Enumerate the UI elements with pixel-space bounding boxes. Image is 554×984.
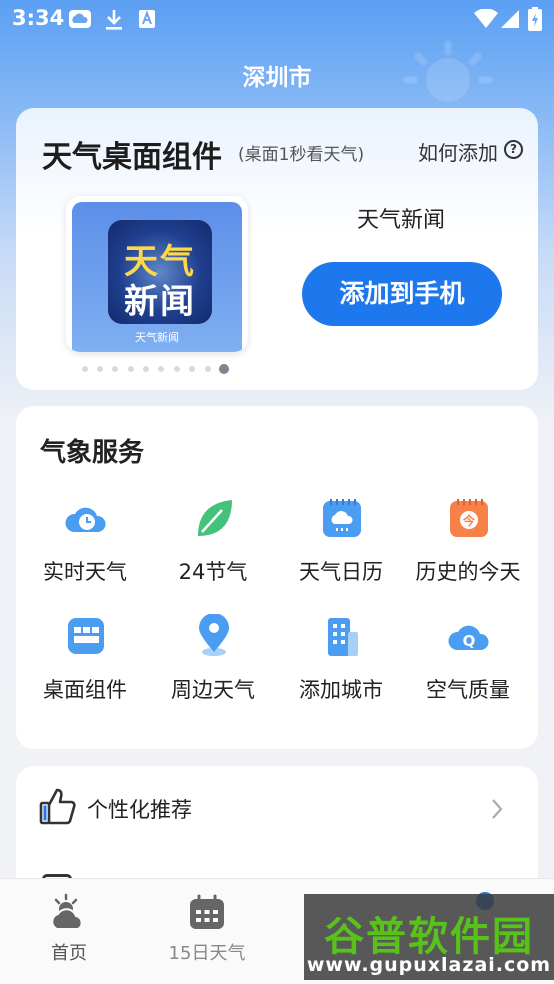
pager-dot — [97, 366, 103, 372]
personalized-recommendation-row[interactable]: 个性化推荐 — [16, 766, 538, 850]
gallery-notification-icon — [69, 10, 91, 28]
service-realtime-weather[interactable]: 实时天气 — [20, 496, 150, 606]
recommendation-label: 个性化推荐 — [87, 798, 192, 822]
download-notification-icon — [106, 10, 122, 30]
pager-dot — [82, 366, 88, 372]
watermark-url: www.gupuxlazai.com — [306, 954, 552, 976]
service-desktop-widget[interactable]: 桌面组件 — [20, 614, 150, 724]
pager-dot — [112, 366, 118, 372]
service-today-in-history[interactable]: 今 历史的今天 — [403, 496, 533, 606]
location-pin-icon — [199, 614, 229, 656]
service-label: 桌面组件 — [43, 678, 127, 702]
battery-icon — [528, 7, 542, 31]
service-label: 24节气 — [178, 560, 248, 584]
widget-card: 天气桌面组件 (桌面1秒看天气) 如何添加 ? 天气 新闻 天气新闻 天气新闻 … — [16, 108, 538, 390]
service-label: 历史的今天 — [415, 560, 521, 584]
pager-dot — [189, 366, 195, 372]
service-label: 周边天气 — [171, 678, 255, 702]
service-label: 实时天气 — [43, 560, 127, 584]
status-bar: 3:34 — [0, 0, 554, 38]
cloud-clock-icon — [65, 507, 106, 532]
service-weather-calendar[interactable]: 天气日历 — [276, 496, 406, 606]
service-nearby-weather[interactable]: 周边天气 — [148, 614, 278, 724]
recommendation-card: 个性化推荐 — [16, 766, 538, 896]
widget-card-subtitle: (桌面1秒看天气) — [238, 145, 365, 165]
watermark-logo: 谷普软件园 www.gupuxlazai.com — [304, 894, 554, 980]
service-solar-terms[interactable]: 24节气 — [148, 496, 278, 606]
cloud-q-icon: Q — [448, 625, 489, 650]
thumbs-up-icon — [39, 788, 76, 825]
today-glyph: 今 — [462, 513, 476, 528]
calendar-rain-icon — [323, 499, 361, 537]
calendar-icon — [190, 894, 224, 929]
city-title[interactable]: 深圳市 — [0, 58, 554, 92]
chevron-right-icon — [492, 799, 503, 819]
carousel-pager — [82, 363, 242, 375]
preview-caption: 天气新闻 — [135, 331, 179, 344]
help-icon[interactable]: ? — [504, 140, 523, 159]
service-add-city[interactable]: 添加城市 — [276, 614, 406, 724]
building-icon — [328, 618, 358, 656]
pager-dot — [158, 366, 164, 372]
weather-services-card: 气象服务 实时天气 24节气 天气日历 今 历史的今天 桌面组件 周边天气 添加… — [16, 406, 538, 749]
app-icon-line2: 新闻 — [124, 282, 196, 322]
widget-preview[interactable]: 天气 新闻 天气新闻 — [66, 196, 248, 352]
service-air-quality[interactable]: Q 空气质量 — [403, 614, 533, 724]
pager-dot — [128, 366, 134, 372]
wifi-icon — [474, 9, 498, 28]
add-to-phone-button[interactable]: 添加到手机 — [302, 262, 502, 326]
weather-news-app-icon: 天气 新闻 — [108, 220, 212, 324]
nav-tab-home[interactable]: 首页 — [0, 879, 138, 984]
status-time: 3:34 — [12, 6, 65, 30]
nav-label: 首页 — [51, 943, 87, 964]
widget-grid-icon — [68, 618, 104, 654]
signal-icon — [501, 10, 519, 28]
how-to-add-link[interactable]: 如何添加 — [418, 137, 498, 166]
pager-dot-active — [219, 364, 229, 374]
service-label: 添加城市 — [299, 678, 383, 702]
widget-card-title: 天气桌面组件 — [42, 140, 222, 175]
nav-label: 15日天气 — [168, 943, 246, 964]
home-weather-icon — [51, 893, 83, 930]
services-title: 气象服务 — [40, 438, 145, 468]
air-quality-glyph: Q — [463, 632, 476, 650]
service-label: 空气质量 — [426, 678, 510, 702]
nav-tab-15day[interactable]: 15日天气 — [138, 879, 276, 984]
pager-dot — [174, 366, 180, 372]
service-label: 天气日历 — [299, 560, 383, 584]
app-notification-icon — [139, 10, 155, 28]
widget-preview-background: 天气 新闻 天气新闻 — [72, 202, 242, 352]
calendar-today-icon: 今 — [450, 499, 488, 537]
widget-name: 天气新闻 — [356, 208, 445, 233]
pager-dot — [205, 366, 211, 372]
leaf-icon — [198, 500, 232, 536]
pager-dot — [143, 366, 149, 372]
